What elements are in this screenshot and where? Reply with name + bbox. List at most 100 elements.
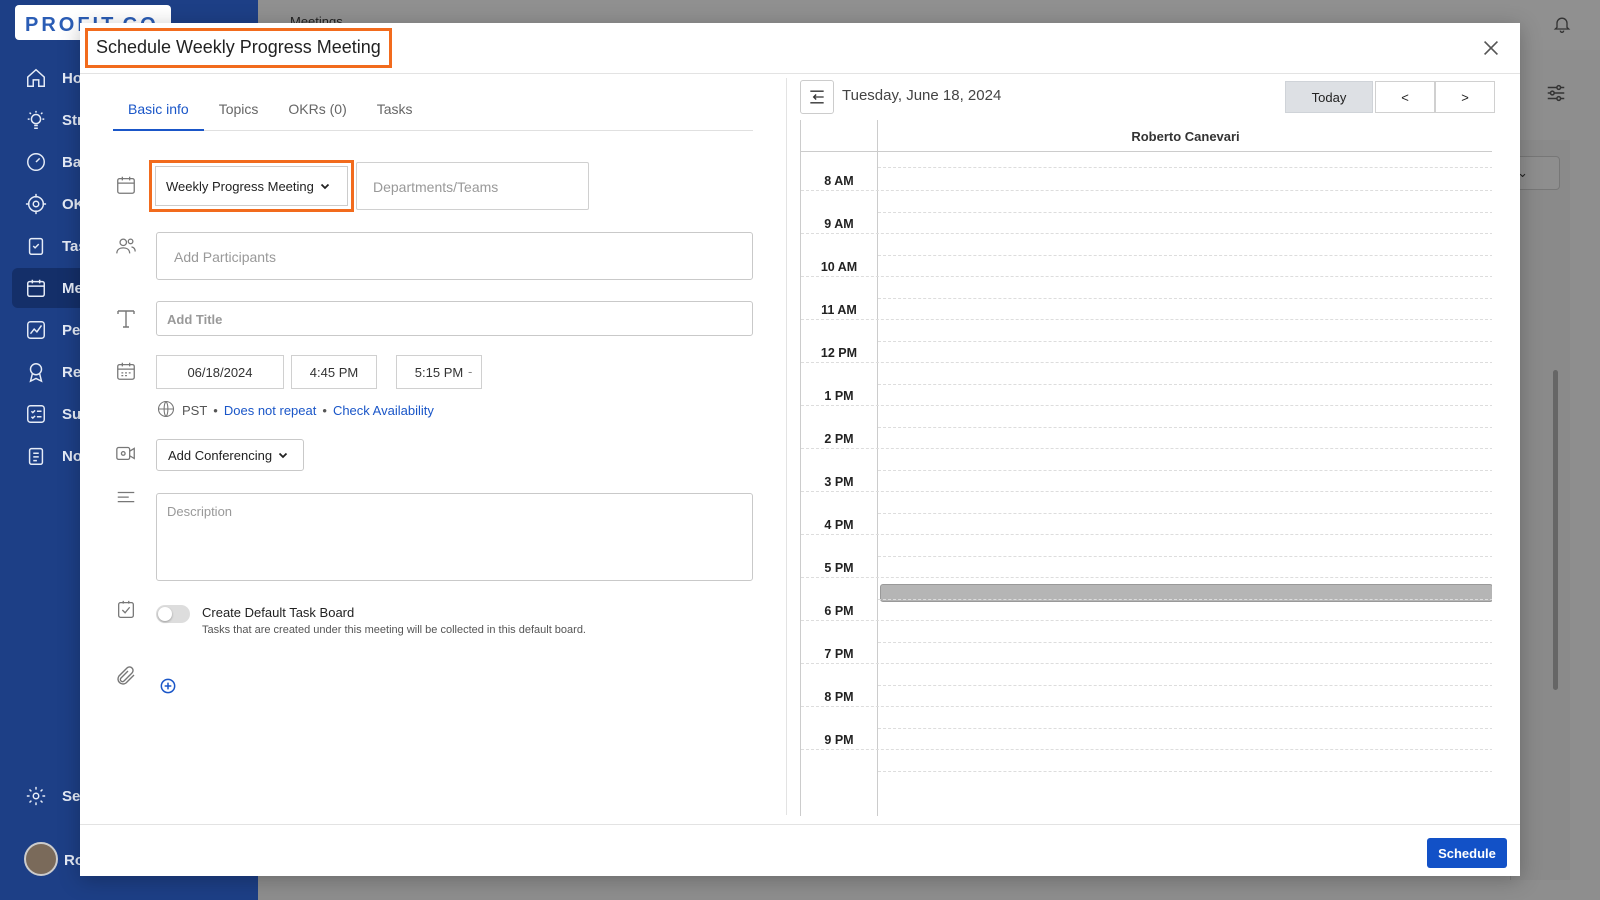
sidebar-item-label: Ho (62, 69, 82, 87)
calendar-grid: Roberto Canevari 8 AM 9 AM 10 AM 11 AM 12 PM… (800, 120, 1492, 816)
hour-line (801, 534, 1492, 535)
end-time-input[interactable]: 5:15 PM (396, 355, 482, 389)
hour-line (801, 319, 1492, 320)
lightbulb-icon (22, 106, 50, 134)
task-board-toggle[interactable] (156, 605, 190, 623)
filter-icon[interactable] (1545, 82, 1567, 109)
background-scrollbar[interactable] (1553, 370, 1558, 690)
notes-icon (22, 442, 50, 470)
hour-line (801, 663, 1492, 664)
half-hour-line (878, 383, 1492, 385)
calendar-icon (22, 274, 50, 302)
schedule-button[interactable]: Schedule (1427, 838, 1507, 868)
half-hour-line (878, 727, 1492, 729)
clipboard-check-icon (22, 232, 50, 260)
add-conferencing-select[interactable]: Add Conferencing (156, 439, 304, 471)
time-column-divider (877, 152, 878, 816)
sidebar-item-label: No (62, 447, 82, 465)
gauge-icon (22, 148, 50, 176)
avatar[interactable] (24, 842, 58, 876)
hour-line (801, 405, 1492, 406)
schedule-meeting-modal: Schedule Weekly Progress Meeting Basic i… (80, 23, 1520, 876)
bullet: • (213, 403, 218, 418)
tab-tasks[interactable]: Tasks (362, 87, 428, 131)
half-hour-line (878, 297, 1492, 299)
tab-basic-info[interactable]: Basic info (113, 87, 204, 131)
half-hour-line (878, 684, 1492, 686)
video-icon (113, 440, 139, 466)
calendar-date: Tuesday, June 18, 2024 (842, 87, 1002, 104)
tab-okrs[interactable]: OKRs (0) (273, 87, 361, 131)
task-board-label: Create Default Task Board (202, 605, 355, 620)
calendar-panel: Tuesday, June 18, 2024 Today < > Roberto… (800, 75, 1500, 816)
hour-line (801, 233, 1492, 234)
description-input[interactable]: Description (156, 493, 753, 581)
hour-label: 9 AM (824, 217, 854, 231)
repeat-link[interactable]: Does not repeat (224, 403, 317, 418)
timezone-label[interactable]: PST (182, 403, 207, 418)
hour-label: 8 PM (824, 690, 854, 704)
hour-label: 8 AM (824, 174, 854, 188)
sidebar-item-label: Su (62, 405, 82, 423)
hour-label: 1 PM (824, 389, 854, 403)
hour-label: 4 PM (824, 518, 854, 532)
add-attachment-icon[interactable] (158, 676, 178, 696)
hour-label: 12 PM (820, 346, 858, 360)
start-time-input[interactable]: 4:45 PM (291, 355, 377, 389)
prev-day-button[interactable]: < (1375, 81, 1435, 113)
collapse-icon (810, 90, 824, 104)
timezone-line: PST • Does not repeat • Check Availabili… (156, 399, 434, 422)
hour-line (801, 706, 1492, 707)
half-hour-line (878, 211, 1492, 213)
next-day-button[interactable]: > (1435, 81, 1495, 113)
half-hour-line (878, 641, 1492, 643)
half-hour-line (878, 469, 1492, 471)
text-icon (113, 305, 139, 331)
calendar-icon (113, 172, 139, 198)
close-icon[interactable] (1480, 37, 1502, 59)
meeting-type-select-inner[interactable]: Weekly Progress Meeting (155, 166, 348, 206)
participants-input[interactable]: Add Participants (156, 232, 753, 280)
half-hour-line (878, 555, 1492, 557)
today-button[interactable]: Today (1285, 81, 1373, 113)
task-board-description: Tasks that are created under this meetin… (202, 624, 586, 636)
paperclip-icon[interactable] (113, 663, 139, 689)
collapse-panel-button[interactable] (800, 80, 834, 114)
hour-label: 9 PM (824, 733, 854, 747)
departments-teams-input[interactable]: Departments/Teams (356, 162, 589, 210)
half-hour-line (878, 770, 1492, 772)
half-hour-line (878, 340, 1492, 342)
sidebar-item-label: Re (62, 363, 82, 381)
participants-icon (113, 233, 139, 259)
half-hour-line (878, 254, 1492, 256)
award-icon (22, 358, 50, 386)
bell-icon[interactable] (1552, 14, 1572, 39)
vertical-divider (786, 78, 787, 815)
meeting-type-value: Weekly Progress Meeting (166, 178, 314, 194)
half-hour-line (878, 512, 1492, 514)
hour-line (801, 190, 1492, 191)
hour-line (801, 362, 1492, 363)
meeting-type-select[interactable]: Weekly Progress Meeting (149, 160, 354, 212)
hour-line (801, 276, 1492, 277)
tab-topics[interactable]: Topics (204, 87, 274, 131)
modal-title: Schedule Weekly Progress Meeting (85, 28, 392, 68)
hour-label: 10 AM (820, 260, 858, 274)
chart-line-icon (22, 316, 50, 344)
date-input[interactable]: 06/18/2024 (156, 355, 284, 389)
hour-label: 5 PM (824, 561, 854, 575)
hour-label: 3 PM (824, 475, 854, 489)
sidebar-item-label: Ba (62, 153, 82, 171)
globe-icon (156, 399, 176, 422)
conferencing-label: Add Conferencing (168, 447, 273, 463)
hour-label: 7 PM (824, 647, 854, 661)
home-icon (22, 64, 50, 92)
hour-label: 2 PM (824, 432, 854, 446)
hour-label: 6 PM (824, 604, 854, 618)
sidebar-item-label: Se (62, 787, 81, 805)
half-hour-line (878, 426, 1492, 428)
check-availability-link[interactable]: Check Availability (333, 403, 434, 418)
tab-bar: Basic info Topics OKRs (0) Tasks (113, 87, 753, 131)
hour-label: 11 AM (821, 303, 857, 317)
title-input[interactable]: Add Title (156, 301, 753, 336)
